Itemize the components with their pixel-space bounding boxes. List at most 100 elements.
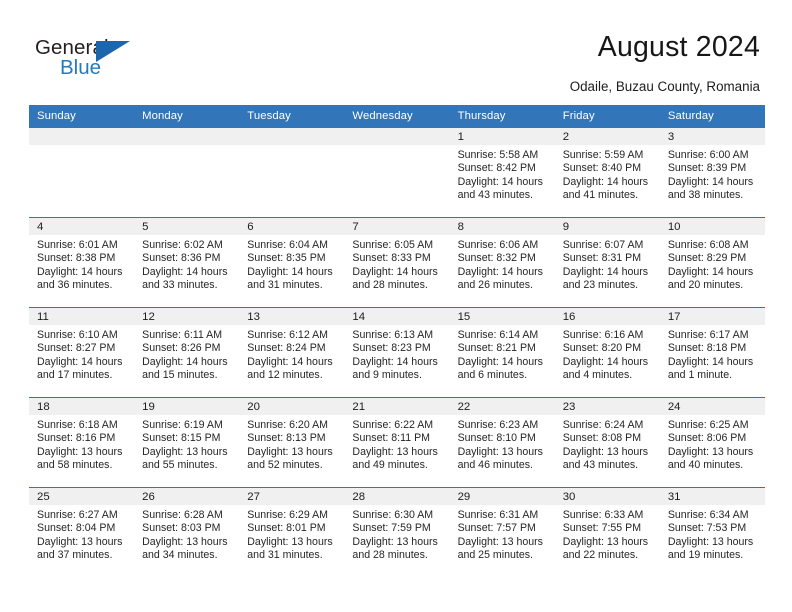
calendar-day-cell[interactable]: 6 Sunrise: 6:04 AM Sunset: 8:35 PM Daylight… — [239, 217, 345, 308]
calendar-day-cell[interactable]: 10 Sunrise: 6:08 AM Sunset: 8:29 PM Dayligh… — [659, 217, 765, 308]
sunrise-time: Sunrise: 6:13 AM — [352, 329, 434, 341]
calendar-day-cell-empty — [29, 128, 135, 218]
calendar-day-cell[interactable]: 18 Sunrise: 6:18 AM Sunset: 8:16 PM Dayligh… — [29, 397, 135, 488]
day-details: Sunrise: 6:00 AM Sunset: 8:39 PM Daylight:… — [660, 145, 765, 203]
sunrise-time: Sunrise: 6:29 AM — [247, 509, 328, 521]
daylight-duration: and 49 minutes. — [352, 459, 428, 472]
day-number — [29, 128, 135, 145]
calendar-day-cell[interactable]: 19 Sunrise: 6:19 AM Sunset: 8:15 PM Dayligh… — [134, 397, 240, 488]
sunrise-time: Sunrise: 6:10 AM — [37, 329, 118, 341]
calendar-day-cell[interactable]: 8 Sunrise: 6:06 AM Sunset: 8:32 PM Daylight… — [449, 217, 555, 308]
calendar-day-cell[interactable]: 2 Sunrise: 5:59 AM Sunset: 8:40 PM Daylight… — [554, 128, 660, 218]
day-number: 28 — [344, 488, 450, 505]
daylight-duration: Daylight: 14 hours — [457, 355, 543, 368]
daylight-duration: and 43 minutes. — [562, 459, 639, 472]
sunset-time: Sunset: 8:01 PM — [247, 522, 326, 535]
day-number: 7 — [344, 218, 450, 235]
calendar-day-cell[interactable]: 23 Sunrise: 6:24 AM Sunset: 8:08 PM Dayligh… — [554, 397, 660, 488]
daylight-duration: and 46 minutes. — [457, 459, 533, 472]
day-details: Sunrise: 6:02 AM Sunset: 8:36 PM Daylight:… — [134, 235, 239, 293]
calendar-day-cell[interactable]: 7 Sunrise: 6:05 AM Sunset: 8:33 PM Daylight… — [344, 217, 450, 308]
sunset-time: Sunset: 8:13 PM — [247, 432, 326, 445]
sunset-time: Sunset: 8:21 PM — [457, 342, 536, 355]
daylight-duration: Daylight: 13 hours — [562, 535, 649, 548]
sunset-time: Sunset: 8:04 PM — [37, 522, 116, 535]
calendar-day-cell[interactable]: 17 Sunrise: 6:17 AM Sunset: 8:18 PM Dayligh… — [659, 307, 765, 398]
day-number: 12 — [134, 308, 240, 325]
daylight-duration: and 17 minutes. — [37, 369, 113, 382]
sunrise-time: Sunrise: 6:19 AM — [142, 419, 223, 431]
daylight-duration: and 34 minutes. — [142, 549, 218, 562]
daylight-duration: Daylight: 14 hours — [37, 265, 123, 278]
day-details: Sunrise: 6:24 AM Sunset: 8:08 PM Daylight:… — [555, 415, 660, 473]
day-details: Sunrise: 6:22 AM Sunset: 8:11 PM Daylight:… — [344, 415, 449, 473]
calendar-day-cell[interactable]: 15 Sunrise: 6:14 AM Sunset: 8:21 PM Dayligh… — [449, 307, 555, 398]
day-details: Sunrise: 6:31 AM Sunset: 7:57 PM Daylight:… — [450, 505, 555, 563]
sunrise-time: Sunrise: 6:31 AM — [457, 509, 539, 521]
sunset-time: Sunset: 8:36 PM — [142, 252, 221, 265]
calendar-week-row: 1 Sunrise: 5:58 AM Sunset: 8:42 PM Daylight… — [29, 128, 765, 218]
calendar-day-cell[interactable]: 31 Sunrise: 6:34 AM Sunset: 7:53 PM Dayligh… — [659, 487, 765, 577]
daylight-duration: Daylight: 14 hours — [667, 265, 754, 278]
day-number: 16 — [554, 308, 660, 325]
sunrise-time: Sunrise: 6:33 AM — [562, 509, 644, 521]
day-number: 10 — [659, 218, 765, 235]
day-details: Sunrise: 6:33 AM Sunset: 7:55 PM Daylight:… — [555, 505, 660, 563]
day-number: 11 — [29, 308, 135, 325]
daylight-duration: Daylight: 13 hours — [457, 535, 543, 548]
day-details: Sunrise: 6:11 AM Sunset: 8:26 PM Daylight:… — [134, 325, 239, 383]
day-details: Sunrise: 6:07 AM Sunset: 8:31 PM Daylight:… — [555, 235, 660, 293]
daylight-duration: and 40 minutes. — [667, 459, 744, 472]
weekday-header-tuesday: Tuesday — [239, 105, 345, 128]
daylight-duration: Daylight: 13 hours — [142, 535, 228, 548]
calendar-day-cell-empty — [239, 128, 345, 218]
calendar-day-cell[interactable]: 16 Sunrise: 6:16 AM Sunset: 8:20 PM Dayligh… — [554, 307, 660, 398]
day-details: Sunrise: 6:14 AM Sunset: 8:21 PM Daylight:… — [450, 325, 555, 383]
daylight-duration: Daylight: 14 hours — [352, 355, 438, 368]
sunset-time: Sunset: 8:40 PM — [562, 162, 642, 175]
sunrise-time: Sunrise: 6:25 AM — [667, 419, 749, 431]
sunrise-time: Sunrise: 6:16 AM — [562, 329, 644, 341]
day-number — [134, 128, 240, 145]
sunrise-time: Sunrise: 5:58 AM — [457, 149, 539, 161]
calendar-day-cell[interactable]: 28 Sunrise: 6:30 AM Sunset: 7:59 PM Dayligh… — [344, 487, 450, 577]
day-number: 26 — [134, 488, 240, 505]
day-details: Sunrise: 6:25 AM Sunset: 8:06 PM Daylight:… — [660, 415, 765, 473]
day-details: Sunrise: 6:10 AM Sunset: 8:27 PM Daylight:… — [29, 325, 134, 383]
sunset-time: Sunset: 8:08 PM — [562, 432, 642, 445]
sunset-time: Sunset: 8:18 PM — [667, 342, 747, 355]
calendar-day-cell[interactable]: 9 Sunrise: 6:07 AM Sunset: 8:31 PM Daylight… — [554, 217, 660, 308]
calendar-day-cell[interactable]: 24 Sunrise: 6:25 AM Sunset: 8:06 PM Dayligh… — [659, 397, 765, 488]
calendar-day-cell[interactable]: 5 Sunrise: 6:02 AM Sunset: 8:36 PM Daylight… — [134, 217, 240, 308]
sunset-time: Sunset: 8:20 PM — [562, 342, 642, 355]
page-header: General Blue August 2024 Odaile, Buzau C… — [0, 0, 792, 100]
sunrise-time: Sunrise: 6:00 AM — [667, 149, 749, 161]
daylight-duration: Daylight: 14 hours — [667, 175, 754, 188]
day-number: 31 — [659, 488, 765, 505]
calendar-day-cell[interactable]: 1 Sunrise: 5:58 AM Sunset: 8:42 PM Daylight… — [449, 128, 555, 218]
calendar-day-cell[interactable]: 29 Sunrise: 6:31 AM Sunset: 7:57 PM Dayligh… — [449, 487, 555, 577]
general-blue-logo[interactable]: General Blue — [35, 36, 150, 82]
day-details: Sunrise: 6:30 AM Sunset: 7:59 PM Daylight:… — [344, 505, 449, 563]
calendar-day-cell[interactable]: 14 Sunrise: 6:13 AM Sunset: 8:23 PM Dayligh… — [344, 307, 450, 398]
calendar-day-cell[interactable]: 30 Sunrise: 6:33 AM Sunset: 7:55 PM Dayligh… — [554, 487, 660, 577]
calendar-day-cell[interactable]: 4 Sunrise: 6:01 AM Sunset: 8:38 PM Daylight… — [29, 217, 135, 308]
weekday-header-wednesday: Wednesday — [344, 105, 450, 128]
calendar-day-cell[interactable]: 3 Sunrise: 6:00 AM Sunset: 8:39 PM Daylight… — [659, 128, 765, 218]
daylight-duration: and 15 minutes. — [142, 369, 218, 382]
calendar-day-cell[interactable]: 26 Sunrise: 6:28 AM Sunset: 8:03 PM Dayligh… — [134, 487, 240, 577]
calendar-day-cell[interactable]: 13 Sunrise: 6:12 AM Sunset: 8:24 PM Dayligh… — [239, 307, 345, 398]
calendar-day-cell[interactable]: 22 Sunrise: 6:23 AM Sunset: 8:10 PM Dayligh… — [449, 397, 555, 488]
weekday-header-monday: Monday — [134, 105, 240, 128]
calendar-day-cell[interactable]: 21 Sunrise: 6:22 AM Sunset: 8:11 PM Dayligh… — [344, 397, 450, 488]
calendar-day-cell[interactable]: 12 Sunrise: 6:11 AM Sunset: 8:26 PM Dayligh… — [134, 307, 240, 398]
calendar-day-cell[interactable]: 11 Sunrise: 6:10 AM Sunset: 8:27 PM Dayligh… — [29, 307, 135, 398]
day-details: Sunrise: 6:04 AM Sunset: 8:35 PM Daylight:… — [239, 235, 344, 293]
calendar-day-cell[interactable]: 20 Sunrise: 6:20 AM Sunset: 8:13 PM Dayligh… — [239, 397, 345, 488]
daylight-duration: Daylight: 13 hours — [667, 535, 754, 548]
calendar-day-cell[interactable]: 27 Sunrise: 6:29 AM Sunset: 8:01 PM Dayligh… — [239, 487, 345, 577]
sunrise-time: Sunrise: 6:07 AM — [562, 239, 644, 251]
sunrise-time: Sunrise: 6:24 AM — [562, 419, 644, 431]
day-details: Sunrise: 6:27 AM Sunset: 8:04 PM Daylight:… — [29, 505, 134, 563]
calendar-day-cell[interactable]: 25 Sunrise: 6:27 AM Sunset: 8:04 PM Dayligh… — [29, 487, 135, 577]
